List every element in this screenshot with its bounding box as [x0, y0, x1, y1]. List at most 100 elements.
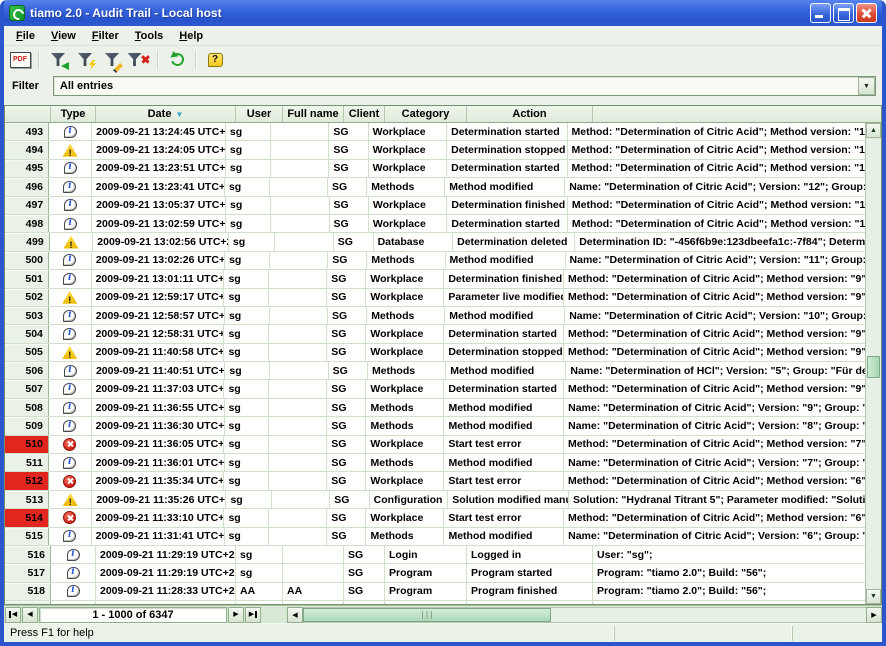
column-header-client[interactable]: Client [344, 106, 385, 122]
table-row[interactable]: 517 2009-09-21 11:29:19 UTC+2 sg SG Prog… [5, 564, 865, 582]
cell-client: SG [327, 436, 366, 453]
cell-action: Parameter live modified [444, 289, 564, 306]
table-row[interactable]: 512 2009-09-21 11:35:34 UTC+2 sg SG Work… [5, 472, 865, 490]
scroll-down-icon[interactable] [866, 589, 881, 604]
last-page-icon [249, 611, 257, 618]
error-icon [63, 511, 76, 524]
table-row[interactable]: 494 2009-09-21 13:24:05 UTC+2 sg SG Work… [5, 141, 865, 159]
cell-id: 500 [5, 252, 49, 269]
cell-category: Login [385, 546, 467, 563]
menu-view[interactable]: View [43, 28, 84, 44]
vertical-scroll-thumb[interactable] [867, 356, 880, 378]
last-page-button[interactable] [245, 607, 261, 623]
table-row[interactable]: 510 2009-09-21 11:36:05 UTC+2 sg SG Work… [5, 436, 865, 454]
table-row[interactable]: 501 2009-09-21 13:01:11 UTC+2 sg SG Work… [5, 270, 865, 288]
horizontal-scroll-thumb[interactable] [303, 608, 551, 622]
table-row[interactable]: 502 2009-09-21 12:59:17 UTC+2 sg SG Work… [5, 289, 865, 307]
cell-details: Method: "Determination of Citric Acid"; … [568, 141, 865, 158]
pdf-export-button[interactable]: PDF [8, 49, 32, 71]
first-page-icon [9, 611, 17, 618]
cell-details: Method: "Determination of Citric Acid"; … [564, 380, 865, 397]
menu-filter[interactable]: Filter [84, 28, 127, 44]
cell-fullname [283, 564, 344, 581]
cell-details: Name: "Determination of Citric Acid"; Ve… [564, 417, 865, 434]
table-row[interactable]: 506 2009-09-21 11:40:51 UTC+2 sg SG Meth… [5, 362, 865, 380]
cell-client: SG [330, 197, 369, 214]
warning-icon [63, 493, 78, 506]
cell-user: sg [226, 197, 271, 214]
cell-user: sg [229, 233, 275, 250]
column-header-type[interactable]: Type [51, 106, 96, 122]
menu-help[interactable]: Help [171, 28, 211, 44]
table-row[interactable]: 518 2009-09-21 11:28:33 UTC+2 AA AA SG P… [5, 583, 865, 601]
combobox-dropdown-button[interactable] [858, 77, 875, 95]
cell-client: SG [329, 123, 368, 140]
cell-type [49, 160, 92, 177]
table-row[interactable]: 515 2009-09-21 11:31:41 UTC+2 sg SG Meth… [5, 528, 865, 546]
cell-date: 2009-09-21 11:36:05 UTC+2 [92, 436, 225, 453]
filter-combobox[interactable]: All entries [53, 76, 876, 96]
table-row[interactable]: 497 2009-09-21 13:05:37 UTC+2 sg SG Work… [5, 197, 865, 215]
column-header-fullname[interactable]: Full name [283, 106, 344, 122]
menu-tools[interactable]: Tools [127, 28, 172, 44]
menu-file[interactable]: File [8, 28, 43, 44]
refresh-button[interactable] [165, 49, 189, 71]
table-row[interactable]: 495 2009-09-21 13:23:51 UTC+2 sg SG Work… [5, 160, 865, 178]
table-row[interactable]: 493 2009-09-21 13:24:45 UTC+2 sg SG Work… [5, 123, 865, 141]
next-page-button[interactable] [228, 607, 244, 623]
table-row[interactable]: 505 2009-09-21 11:40:58 UTC+2 sg SG Work… [5, 344, 865, 362]
maximize-button[interactable] [833, 3, 854, 23]
next-page-icon [233, 611, 238, 618]
table-row[interactable]: 508 2009-09-21 11:36:55 UTC+2 sg SG Meth… [5, 399, 865, 417]
table-row[interactable]: 503 2009-09-21 12:58:57 UTC+2 sg SG Meth… [5, 307, 865, 325]
table-row[interactable]: 513 2009-09-21 11:35:26 UTC+2 sg SG Conf… [5, 491, 865, 509]
cell-category: Workplace [366, 289, 444, 306]
info-icon [64, 218, 77, 230]
scroll-up-icon[interactable] [866, 123, 881, 138]
cell-type [49, 252, 92, 269]
vertical-scroll-track[interactable] [866, 138, 881, 589]
cell-date: 2009-09-21 13:24:45 UTC+2 [92, 123, 226, 140]
warning-icon [63, 236, 78, 249]
cell-user: sg [224, 344, 269, 361]
cell-date: 2009-09-21 11:36:55 UTC+2 [92, 399, 225, 416]
horizontal-scroll-track[interactable] [303, 607, 866, 623]
table-row[interactable]: 511 2009-09-21 11:36:01 UTC+2 sg SG Meth… [5, 454, 865, 472]
column-header-id[interactable] [5, 106, 51, 122]
table-row[interactable]: 500 2009-09-21 13:02:26 UTC+2 sg SG Meth… [5, 252, 865, 270]
table-row[interactable]: 514 2009-09-21 11:33:10 UTC+2 sg SG Work… [5, 509, 865, 527]
help-button[interactable]: ? [203, 49, 227, 71]
column-header-user[interactable]: User [236, 106, 283, 122]
table-row[interactable]: 499 2009-09-21 13:02:56 UTC+2 sg SG Data… [5, 233, 865, 251]
table-row[interactable]: 507 2009-09-21 11:37:03 UTC+2 sg SG Work… [5, 380, 865, 398]
cell-user: sg [236, 546, 283, 563]
first-page-button[interactable] [5, 607, 21, 623]
column-header-details[interactable] [593, 106, 881, 122]
table-row[interactable]: 516 2009-09-21 11:29:19 UTC+2 sg SG Logi… [5, 546, 865, 564]
column-header-date[interactable]: Date [96, 106, 236, 122]
table-row[interactable] [5, 601, 865, 604]
minimize-button[interactable] [810, 3, 831, 23]
cell-id: 503 [5, 307, 49, 324]
cell-category: Program [385, 583, 467, 600]
cell-id: 506 [5, 362, 49, 379]
scroll-right-icon[interactable] [866, 607, 882, 623]
close-button[interactable] [856, 3, 877, 23]
filter-edit-button[interactable] [100, 49, 124, 71]
filter-delete-icon [128, 53, 142, 66]
vertical-scrollbar[interactable] [865, 123, 881, 604]
cell-date: 2009-09-21 11:29:19 UTC+2 [96, 546, 236, 563]
cell-type [49, 141, 92, 158]
table-row[interactable]: 504 2009-09-21 12:58:31 UTC+2 sg SG Work… [5, 325, 865, 343]
table-row[interactable]: 509 2009-09-21 11:36:30 UTC+2 sg SG Meth… [5, 417, 865, 435]
filter-apply-button[interactable] [73, 49, 97, 71]
filter-delete-button[interactable] [127, 49, 151, 71]
previous-page-button[interactable] [22, 607, 38, 623]
cell-client: SG [344, 564, 385, 581]
filter-load-button[interactable] [46, 49, 70, 71]
column-header-action[interactable]: Action [467, 106, 593, 122]
table-row[interactable]: 498 2009-09-21 13:02:59 UTC+2 sg SG Work… [5, 215, 865, 233]
column-header-category[interactable]: Category [385, 106, 467, 122]
scroll-left-icon[interactable] [287, 607, 303, 623]
table-row[interactable]: 496 2009-09-21 13:23:41 UTC+2 sg SG Meth… [5, 178, 865, 196]
